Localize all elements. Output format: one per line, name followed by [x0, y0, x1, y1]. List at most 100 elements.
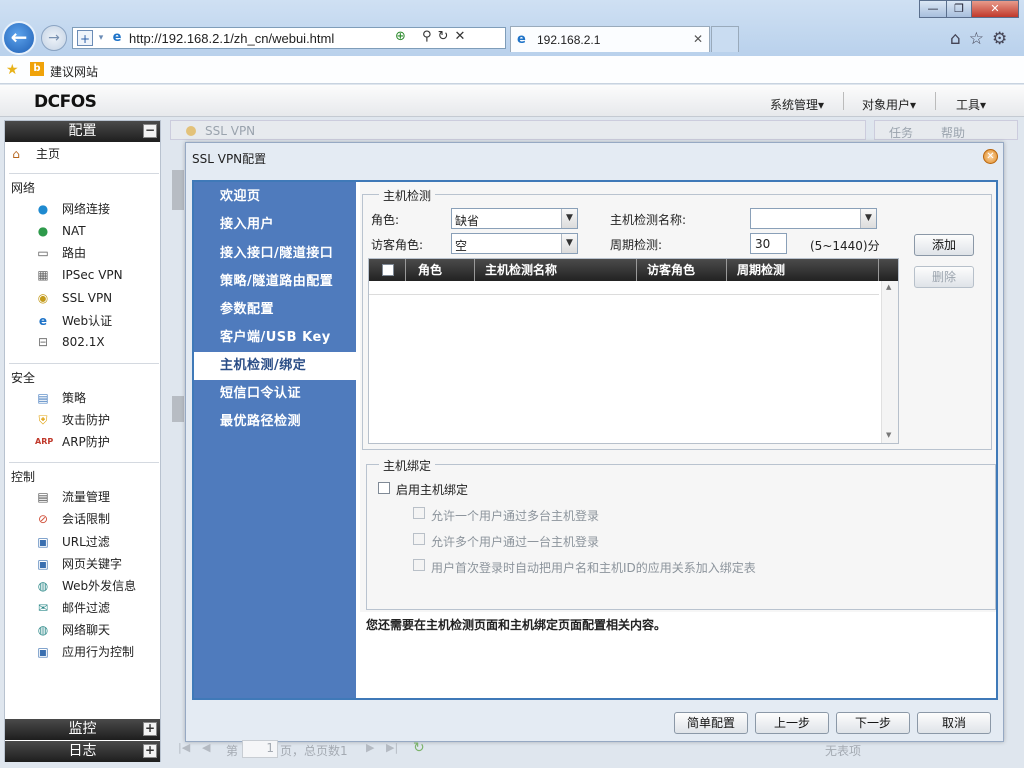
table-scrollbar[interactable]: ▲ ▼ — [881, 281, 898, 443]
chevron-down-icon[interactable]: ▼ — [561, 234, 577, 253]
auto-bind-checkbox[interactable] — [413, 559, 425, 571]
sidebar-item-ssl-vpn[interactable]: SSL VPN — [62, 289, 112, 307]
sidebar-item-url-filter[interactable]: URL过滤 — [62, 533, 110, 551]
cancel-button[interactable]: 取消 — [917, 712, 991, 734]
stop-icon[interactable]: ✕ — [454, 29, 471, 44]
add-button[interactable]: 添加 — [914, 234, 974, 256]
dialog-close-icon[interactable]: ✕ — [983, 149, 998, 164]
sidebar-item-arp-defense[interactable]: ARP防护 — [62, 433, 110, 451]
table-row — [369, 281, 879, 295]
home-icon[interactable]: ⌂ — [950, 29, 969, 49]
sidebar-item-route[interactable]: 路由 — [62, 244, 86, 262]
tab-help[interactable]: 帮助 — [941, 124, 965, 141]
favorites-icon[interactable]: ★ — [6, 62, 19, 78]
sidebar-item-mail-filter[interactable]: 邮件过滤 — [62, 599, 110, 617]
col-guest-role[interactable]: 访客角色 — [637, 259, 727, 281]
back-arrow-icon[interactable]: ← — [2, 21, 36, 55]
step-access-users[interactable]: 接入用户 — [194, 211, 356, 239]
scroll-down-icon[interactable]: ▼ — [886, 431, 891, 439]
chevron-down-icon[interactable]: ▼ — [561, 209, 577, 228]
sidebar-item-web-auth[interactable]: Web认证 — [62, 312, 112, 330]
config-note: 您还需要在主机检测页面和主机绑定页面配置相关内容。 — [366, 618, 667, 632]
background-tab-label[interactable]: SSL VPN — [205, 124, 255, 138]
step-host-check-bind[interactable]: 主机检测/绑定 — [194, 352, 356, 380]
sidebar-item-policy[interactable]: 策略 — [62, 389, 86, 407]
suggested-sites-link[interactable]: 建议网站 — [50, 63, 98, 80]
step-access-interface[interactable]: 接入接口/隧道接口 — [194, 240, 356, 268]
browser-tab[interactable]: e 192.168.2.1 ✕ — [510, 26, 710, 52]
last-page-icon[interactable]: ▶| — [386, 741, 398, 754]
new-tab-button[interactable] — [711, 26, 739, 52]
sidebar-item-8021x[interactable]: 802.1X — [62, 333, 105, 351]
add-icon[interactable]: ⊕ — [395, 29, 412, 44]
prev-button[interactable]: 上一步 — [755, 712, 829, 734]
sidebar-item-nat[interactable]: NAT — [62, 222, 86, 240]
step-policy-route[interactable]: 策略/隧道路由配置 — [194, 268, 356, 296]
next-page-icon[interactable]: ▶ — [366, 741, 374, 754]
step-welcome[interactable]: 欢迎页 — [194, 183, 356, 211]
prev-page-icon[interactable]: ◀ — [202, 741, 210, 754]
next-button[interactable]: 下一步 — [836, 712, 910, 734]
step-optimal-path[interactable]: 最优路径检测 — [194, 408, 356, 436]
search-icon[interactable]: ⚲ — [422, 29, 438, 44]
enable-host-bind-checkbox[interactable] — [378, 482, 390, 494]
window-close-icon[interactable]: ✕ — [971, 0, 1019, 18]
address-bar[interactable]: + ▾ e http://192.168.2.1/zh_cn/webui.htm… — [72, 27, 506, 49]
expand-icon[interactable]: + — [143, 722, 157, 736]
no-items-label: 无表项 — [825, 744, 862, 758]
monitor-panel-header[interactable]: 监控 + — [5, 719, 160, 740]
simple-config-button[interactable]: 简单配置 — [674, 712, 748, 734]
expand-icon[interactable]: + — [143, 744, 157, 758]
sidebar: 配置 − ⌂ 主页 网络 ● 网络连接 ● NAT ▭ 路由 ▦ IPSec V… — [4, 120, 161, 762]
sidebar-item-attack-defense[interactable]: 攻击防护 — [62, 411, 110, 429]
sidebar-item-net-chat[interactable]: 网络聊天 — [62, 621, 110, 639]
url-text[interactable]: http://192.168.2.1/zh_cn/webui.html — [129, 31, 334, 46]
col-check-name[interactable]: 主机检测名称 — [475, 259, 637, 281]
tab-task[interactable]: 任务 — [889, 124, 913, 141]
sidebar-item-ipsec-vpn[interactable]: IPSec VPN — [62, 266, 123, 284]
address-tools[interactable]: ⊕ ⚲↻✕ — [395, 29, 471, 44]
menu-objects-users[interactable]: 对象用户▾ — [862, 96, 916, 113]
multi-host-checkbox[interactable] — [413, 507, 425, 519]
step-sms-auth[interactable]: 短信口令认证 — [194, 380, 356, 408]
settings-gear-icon[interactable]: ⚙ — [992, 29, 1015, 49]
sidebar-item-network-connection[interactable]: 网络连接 — [62, 200, 110, 218]
sidebar-item-web-outgoing[interactable]: Web外发信息 — [62, 577, 136, 595]
dropdown-icon[interactable]: ▾ — [93, 30, 109, 46]
compat-view-icon[interactable]: + — [77, 30, 93, 46]
sidebar-item-home[interactable]: 主页 — [36, 145, 60, 163]
refresh-icon[interactable]: ↻ — [438, 29, 455, 44]
period-input[interactable]: 30 — [750, 233, 787, 254]
refresh-icon[interactable]: ↻ — [413, 740, 425, 756]
page-input[interactable]: 1 — [242, 740, 278, 758]
step-client-usbkey[interactable]: 客户端/USB Key — [194, 324, 356, 352]
role-select[interactable]: 缺省 ▼ — [451, 208, 578, 229]
collapse-icon[interactable]: − — [143, 124, 157, 138]
check-name-select[interactable]: ▼ — [750, 208, 877, 229]
favorites-star-icon[interactable]: ☆ — [969, 29, 992, 49]
sidebar-item-session-limit[interactable]: 会话限制 — [62, 510, 110, 528]
log-panel-header[interactable]: 日志 + — [5, 741, 160, 762]
scroll-up-icon[interactable]: ▲ — [886, 283, 891, 291]
multi-user-checkbox[interactable] — [413, 533, 425, 545]
first-page-icon[interactable]: |◀ — [178, 741, 190, 754]
maximize-icon[interactable]: ❐ — [946, 0, 972, 18]
guest-role-value: 空 — [455, 239, 468, 253]
sidebar-item-web-keyword[interactable]: 网页关键字 — [62, 555, 122, 573]
col-period[interactable]: 周期检测 — [727, 259, 879, 281]
menu-system-management[interactable]: 系统管理▾ — [770, 96, 824, 113]
tab-close-icon[interactable]: ✕ — [693, 32, 703, 46]
globe-icon: ● — [37, 202, 49, 216]
delete-button[interactable]: 删除 — [914, 266, 974, 288]
menu-tools[interactable]: 工具▾ — [956, 96, 986, 113]
minimize-icon[interactable]: — — [919, 0, 947, 18]
sidebar-item-app-control[interactable]: 应用行为控制 — [62, 643, 134, 661]
config-panel-header[interactable]: 配置 − — [5, 121, 160, 142]
chevron-down-icon[interactable]: ▼ — [860, 209, 876, 228]
forward-arrow-icon[interactable]: → — [41, 25, 67, 51]
step-parameters[interactable]: 参数配置 — [194, 296, 356, 324]
sidebar-item-traffic[interactable]: 流量管理 — [62, 488, 110, 506]
select-all-checkbox[interactable] — [382, 264, 394, 276]
guest-role-select[interactable]: 空 ▼ — [451, 233, 578, 254]
col-role[interactable]: 角色 — [406, 259, 475, 281]
